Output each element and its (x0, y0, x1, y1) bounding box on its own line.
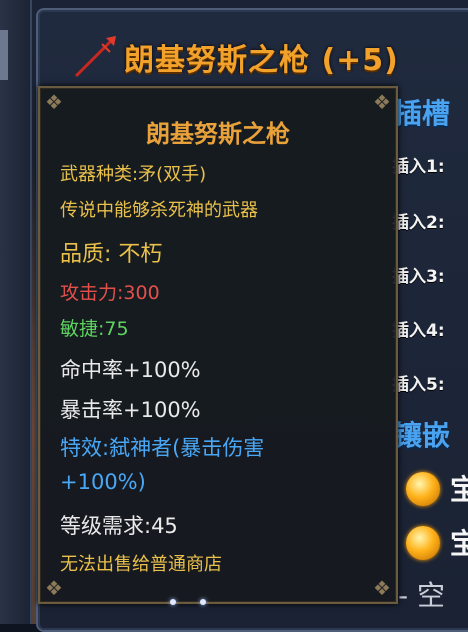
special-effect-line1: 特效:弑神者(暴击伤害 (60, 436, 265, 460)
empty-inlay-label: - 空 (398, 579, 446, 612)
ornament-corner-icon: ❖ (373, 90, 391, 114)
socket-slot-1[interactable]: 插入1: (392, 152, 445, 177)
ornament-corner-icon: ❖ (373, 576, 391, 600)
socket-column: 插槽 插入1: 插入2: 插入3: 插入4: 插入5: 镶嵌 宝 宝 - 空 (392, 80, 468, 624)
socket-slot-2[interactable]: 插入2: (392, 208, 445, 233)
hit-rate-stat: 命中率+100% (60, 358, 201, 382)
item-title-row: 朗基努斯之枪 (+5) (72, 32, 399, 82)
gem-label-1: 宝 (450, 473, 468, 506)
left-panel-tab[interactable] (0, 30, 8, 80)
tooltip-item-name: 朗基努斯之枪 (146, 120, 290, 148)
item-tooltip: ❖ ❖ ❖ ❖ 朗基努斯之枪 武器种类:矛(双手) 传说中能够杀死神的武器 品质… (38, 86, 398, 604)
socket-slot-4[interactable]: 插入4: (392, 316, 445, 341)
left-side-panel (0, 0, 32, 624)
item-quality: 品质: 不朽 (60, 242, 163, 267)
agility-stat: 敏捷:75 (60, 318, 129, 340)
gold-gem-icon[interactable] (406, 472, 440, 506)
ornament-corner-icon: ❖ (45, 576, 63, 600)
item-description: 传说中能够杀死神的武器 (60, 200, 258, 221)
item-title: 朗基努斯之枪 (+5) (124, 43, 399, 78)
weapon-type: 武器种类:矛(双手) (60, 164, 207, 185)
special-effect-line2: +100%) (60, 470, 146, 494)
level-requirement: 等级需求:45 (60, 514, 178, 538)
gold-gem-icon[interactable] (406, 526, 440, 560)
attack-stat: 攻击力:300 (60, 282, 160, 304)
spear-icon (74, 36, 116, 78)
socket-slot-5[interactable]: 插入5: (392, 370, 445, 395)
socket-section-title: 插槽 (394, 97, 451, 130)
socket-slot-3[interactable]: 插入3: (392, 262, 445, 287)
sparkle-decoration (170, 590, 230, 609)
inlay-section-title: 镶嵌 (394, 419, 451, 452)
ornament-corner-icon: ❖ (45, 90, 63, 114)
crit-rate-stat: 暴击率+100% (60, 398, 201, 422)
sell-restriction: 无法出售给普通商店 (60, 554, 222, 575)
gem-label-2: 宝 (450, 527, 468, 560)
